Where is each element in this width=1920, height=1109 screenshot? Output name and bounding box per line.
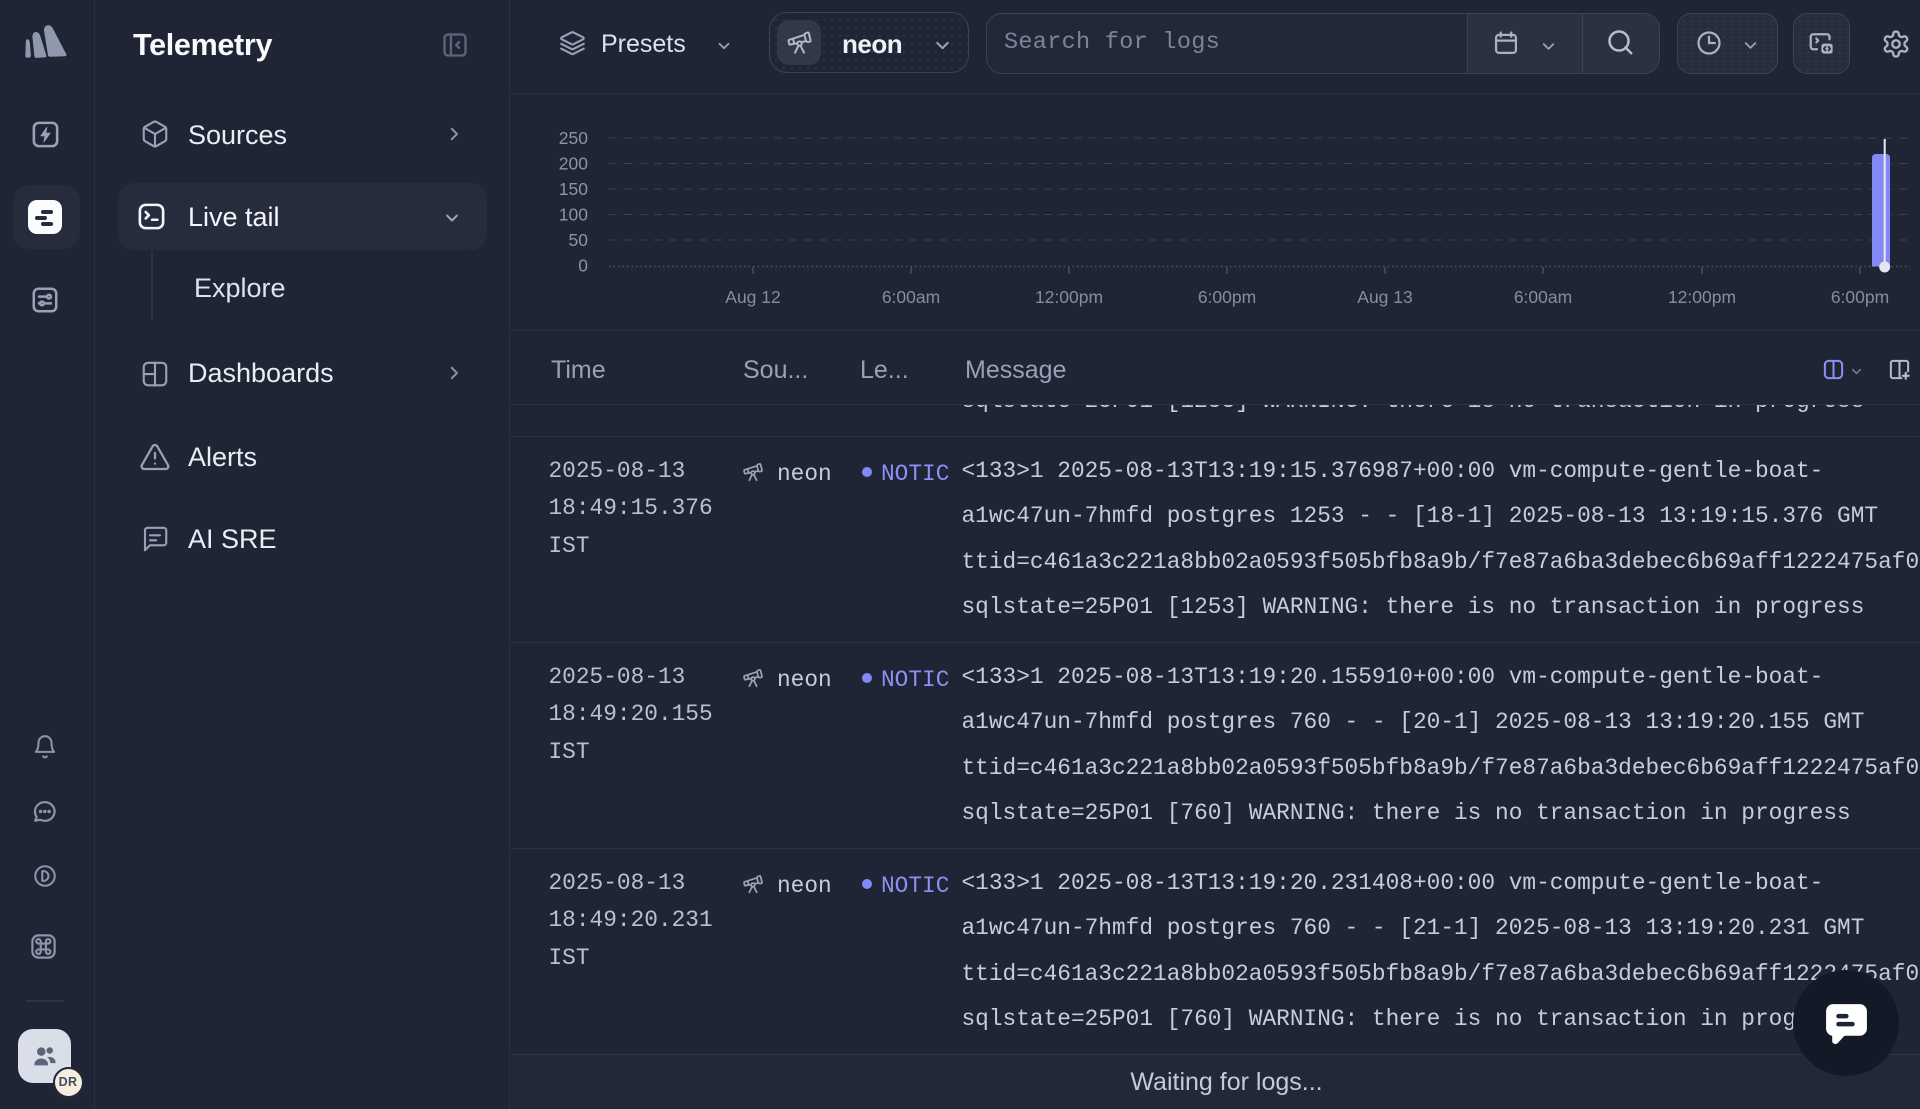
svg-text:0: 0 (578, 256, 588, 276)
svg-text:100: 100 (559, 205, 588, 225)
svg-text:Aug 12: Aug 12 (725, 287, 780, 307)
svg-text:Aug 13: Aug 13 (1357, 287, 1412, 307)
svg-text:12:00pm: 12:00pm (1035, 287, 1103, 307)
svg-text:50: 50 (569, 230, 589, 250)
svg-text:250: 250 (559, 128, 588, 148)
svg-text:200: 200 (559, 154, 588, 174)
svg-text:12:00pm: 12:00pm (1668, 287, 1736, 307)
svg-text:6:00am: 6:00am (882, 287, 940, 307)
svg-text:6:00pm: 6:00pm (1831, 287, 1889, 307)
svg-text:6:00am: 6:00am (1514, 287, 1572, 307)
svg-text:6:00pm: 6:00pm (1198, 287, 1256, 307)
svg-text:150: 150 (559, 179, 588, 199)
